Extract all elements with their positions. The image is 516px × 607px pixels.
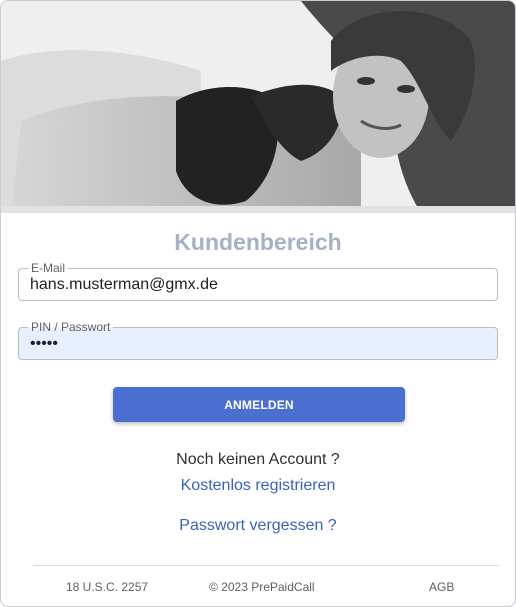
- login-button[interactable]: ANMELDEN: [113, 387, 405, 422]
- footer-usc-link[interactable]: 18 U.S.C. 2257: [66, 580, 148, 594]
- email-input[interactable]: [30, 269, 480, 300]
- hero-photo: [1, 1, 515, 213]
- hero-image: [1, 1, 515, 213]
- forgot-password-link[interactable]: Passwort vergessen ?: [1, 517, 515, 535]
- page-title: Kundenbereich: [174, 229, 342, 255]
- login-card: Kundenbereich E-Mail PIN / Passwort ANME…: [0, 0, 516, 607]
- register-link[interactable]: Kostenlos registrieren: [1, 477, 515, 495]
- footer-agb-link[interactable]: AGB: [429, 580, 454, 594]
- footer-divider: [33, 565, 499, 566]
- no-account-text: Noch keinen Account ?: [176, 451, 340, 468]
- email-field[interactable]: E-Mail: [18, 261, 498, 301]
- footer-copyright: © 2023 PrePaidCall: [209, 580, 315, 594]
- pin-input[interactable]: [30, 328, 480, 359]
- pin-field[interactable]: PIN / Passwort: [18, 320, 498, 360]
